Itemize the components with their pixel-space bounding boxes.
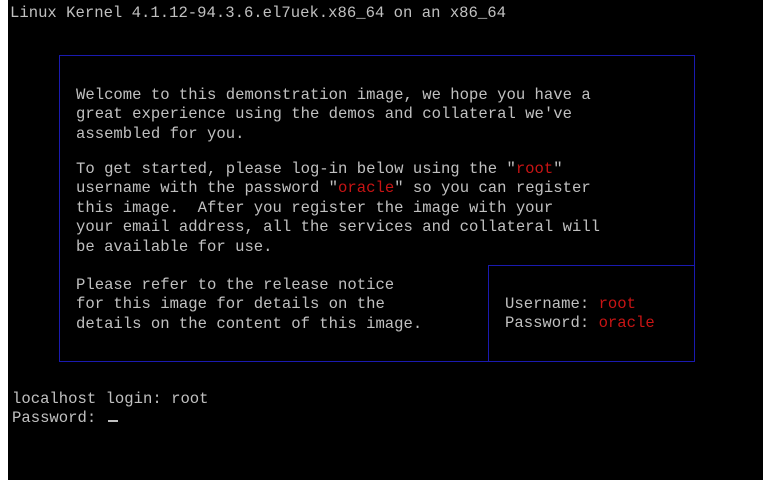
login-prompt: localhost login: xyxy=(12,390,172,408)
username-value: root xyxy=(598,295,637,313)
console-screen[interactable]: Linux Kernel 4.1.12-94.3.6.el7uek.x86_64… xyxy=(8,0,763,480)
welcome-paragraph: Welcome to this demonstration image, we … xyxy=(76,86,591,144)
kernel-banner: Linux Kernel 4.1.12-94.3.6.el7uek.x86_64… xyxy=(10,4,506,22)
credentials-lines: Username: root Password: oracle xyxy=(505,295,655,334)
gs-line-5: be available for use. xyxy=(76,237,273,256)
window-edge xyxy=(0,0,8,480)
welcome-line-3: assembled for you. xyxy=(76,124,245,143)
login-area[interactable]: localhost login: root Password: xyxy=(12,390,209,429)
release-line-3: details on the content of this image. xyxy=(76,314,423,333)
gs-line-4: your email address, all the services and… xyxy=(76,218,601,237)
gs-line-2b: " so you can register xyxy=(394,179,591,198)
release-line-1: Please refer to the release notice xyxy=(76,276,395,294)
gs-line-1a: To get started, please log-in below usin… xyxy=(76,160,516,178)
getting-started-paragraph: To get started, please log-in below usin… xyxy=(76,160,600,257)
release-notice-paragraph: Please refer to the release notice for t… xyxy=(76,276,422,334)
release-line-2: for this image for details on the xyxy=(76,295,385,314)
gs-line-3: this image. After you register the image… xyxy=(76,198,554,217)
login-input[interactable]: root xyxy=(171,390,208,408)
password-value: oracle xyxy=(598,314,655,333)
welcome-line-2: great experience using the demos and col… xyxy=(76,105,572,124)
welcome-frame: Welcome to this demonstration image, we … xyxy=(59,55,695,362)
password-label: Password: xyxy=(505,314,599,333)
username-label: Username: xyxy=(505,295,599,313)
welcome-line-1: Welcome to this demonstration image, we … xyxy=(76,86,591,104)
gs-root-highlight: root xyxy=(515,160,554,178)
credentials-box: Username: root Password: oracle xyxy=(488,265,694,362)
gs-oracle-highlight: oracle xyxy=(338,179,395,198)
text-cursor[interactable] xyxy=(107,420,118,423)
password-prompt: Password: xyxy=(12,409,106,428)
gs-line-1b: " xyxy=(553,160,563,178)
gs-line-2a: username with the password " xyxy=(76,179,339,198)
